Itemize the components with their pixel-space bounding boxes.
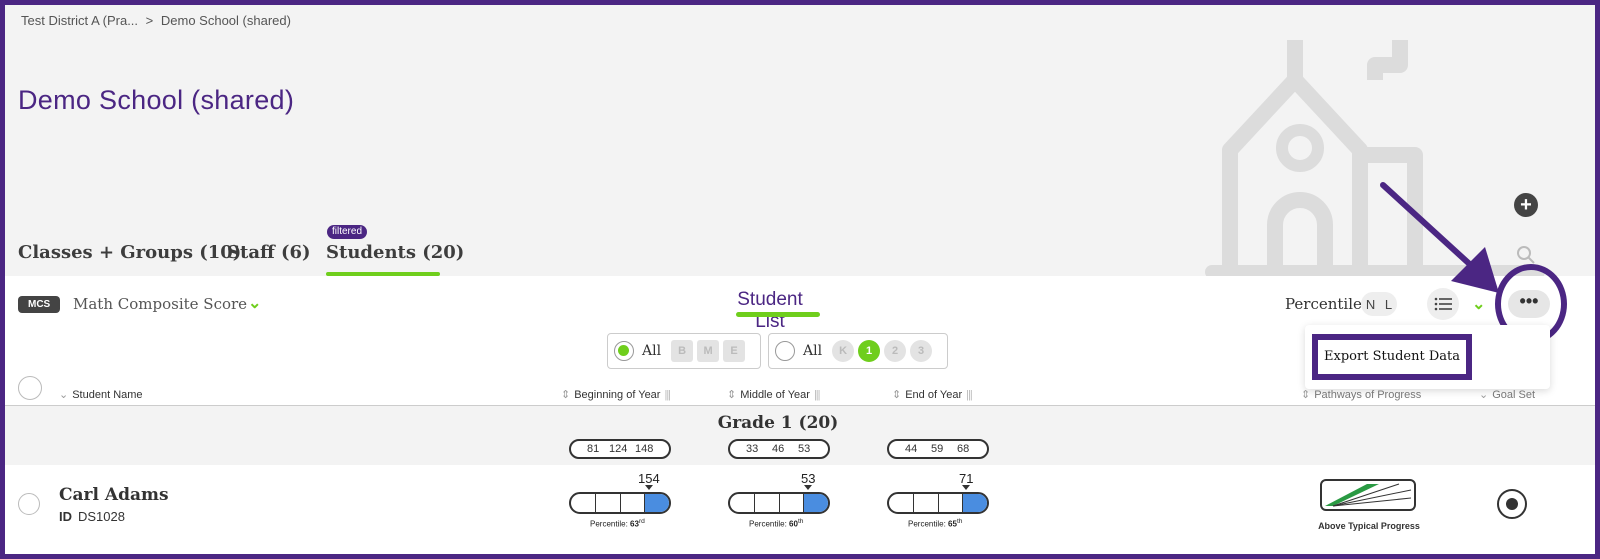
column-header-beginning-of-year[interactable]: ⇕ Beginning of Year |||: [561, 388, 671, 401]
sort-icon: ⇕: [727, 389, 737, 401]
tab-classes-groups[interactable]: Classes + Groups (10): [18, 242, 241, 263]
grade-chip-k[interactable]: K: [832, 340, 855, 362]
pointer-arrow-icon: [1380, 182, 1499, 293]
grade-group-label: Grade 1 (20): [717, 413, 839, 433]
boy-score: 154: [638, 471, 660, 486]
eoy-score-bar[interactable]: [887, 492, 989, 514]
season-chip-middle[interactable]: M: [697, 340, 720, 362]
moy-percentile: Percentile: 60th: [749, 518, 804, 529]
student-id: ID DS1028: [59, 509, 125, 524]
search-icon[interactable]: [1516, 245, 1536, 265]
norm-option-national[interactable]: N: [1366, 297, 1375, 312]
eoy-score: 71: [959, 471, 974, 486]
goal-set-radio-icon[interactable]: [1497, 489, 1527, 519]
boy-score-bar[interactable]: [569, 492, 671, 514]
export-student-data-menu-item[interactable]: Export Student Data: [1312, 334, 1472, 380]
season-chip-end[interactable]: E: [723, 340, 746, 362]
breadcrumb-school: Demo School (shared): [160, 13, 291, 28]
column-header-end-of-year[interactable]: ⇕ End of Year |||: [892, 388, 973, 401]
moy-score: 53: [801, 471, 816, 486]
filtered-badge: filtered: [327, 225, 368, 239]
measure-selector[interactable]: Math Composite Score: [73, 295, 247, 313]
column-header-student-name[interactable]: ⌄ Student Name: [59, 388, 143, 401]
grade-all-radio[interactable]: [775, 341, 795, 361]
row-select-checkbox[interactable]: [18, 493, 40, 515]
grade-chip-2[interactable]: 2: [884, 340, 907, 362]
select-all-checkbox[interactable]: [18, 376, 42, 400]
score-marker-icon: [645, 485, 653, 490]
add-button[interactable]: +: [1514, 193, 1538, 217]
boy-benchmark-range: 81 124 148: [569, 439, 671, 459]
season-all-label: All: [642, 343, 662, 359]
sort-icon: ⌄: [59, 389, 69, 401]
page-title: Demo School (shared): [18, 85, 295, 115]
grade-all-label: All: [803, 343, 823, 359]
breadcrumb: Test District A (Pra... > Demo School (s…: [21, 13, 295, 28]
season-all-radio[interactable]: [614, 341, 634, 361]
score-marker-icon: [804, 485, 812, 490]
pathway-progress-icon[interactable]: [1319, 478, 1417, 512]
breadcrumb-separator: >: [145, 13, 154, 28]
list-title-underline: [736, 312, 820, 317]
norm-option-local[interactable]: L: [1385, 297, 1392, 312]
measure-badge: MCS: [18, 296, 61, 313]
percentile-label: Percentile: [1285, 295, 1362, 313]
chevron-down-icon[interactable]: ⌄: [248, 293, 261, 313]
sort-icon: ⇕: [561, 389, 571, 401]
tab-students[interactable]: Students (20): [326, 242, 464, 263]
grade-chip-3[interactable]: 3: [910, 340, 933, 362]
column-options-icon[interactable]: |||: [814, 389, 821, 401]
grade-filter: All K 1 2 3: [768, 333, 948, 369]
season-chip-beginning[interactable]: B: [671, 340, 694, 362]
tab-staff[interactable]: Staff (6): [227, 242, 311, 263]
list-icon: [1434, 297, 1452, 311]
breadcrumb-district-link[interactable]: Test District A (Pra...: [21, 13, 138, 28]
eoy-percentile: Percentile: 65th: [908, 518, 963, 529]
boy-percentile: Percentile: 63rd: [590, 518, 645, 529]
column-options-icon[interactable]: |||: [966, 389, 973, 401]
sort-icon: ⇕: [892, 389, 902, 401]
app-frame: Test District A (Pra... > Demo School (s…: [5, 5, 1595, 554]
column-header-middle-of-year[interactable]: ⇕ Middle of Year |||: [727, 388, 820, 401]
column-options-icon[interactable]: |||: [664, 389, 671, 401]
eoy-benchmark-range: 44 59 68: [887, 439, 989, 459]
grade-chip-1[interactable]: 1: [858, 340, 881, 362]
list-title: Student List: [737, 289, 803, 332]
season-filter: All B M E: [607, 333, 761, 369]
column-header-pathways[interactable]: ⇕ Pathways of Progress: [1301, 388, 1421, 401]
student-name[interactable]: Carl Adams: [59, 485, 169, 505]
score-marker-icon: [962, 485, 970, 490]
column-header-goal-set[interactable]: ⌄ Goal Set: [1479, 388, 1535, 401]
chevron-down-icon[interactable]: ⌄: [1472, 294, 1485, 314]
pathway-label: Above Typical Progress: [1318, 521, 1420, 531]
moy-score-bar[interactable]: [728, 492, 830, 514]
sort-icon: ⌄: [1479, 389, 1489, 401]
sort-icon: ⇕: [1301, 389, 1311, 401]
moy-benchmark-range: 33 46 53: [728, 439, 830, 459]
